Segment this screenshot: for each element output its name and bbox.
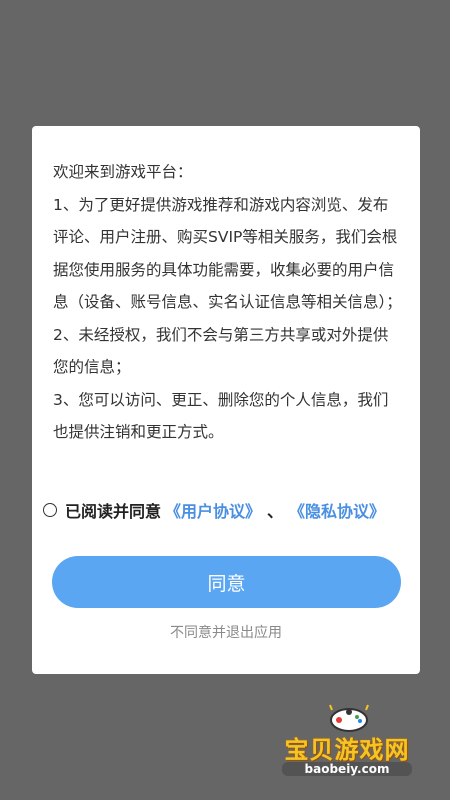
agree-radio[interactable] — [43, 503, 57, 517]
policy-item-1: 1、为了更好提供游戏推荐和游戏内容浏览、发布评论、用户注册、购买SVIP等相关服… — [53, 195, 402, 312]
policy-item-3: 3、您可以访问、更正、删除您的个人信息，我们也提供注销和更正方式。 — [53, 390, 389, 442]
agreement-row: 已阅读并同意 《用户协议》 、 《隐私协议》 — [43, 498, 385, 522]
link-separator: 、 — [267, 502, 284, 521]
dialog-content: 欢迎来到游戏平台： 1、为了更好提供游戏推荐和游戏内容浏览、发布评论、用户注册、… — [53, 156, 403, 449]
watermark: 宝贝游戏网 baobeiy.com — [272, 700, 442, 790]
agree-label: 已阅读并同意 — [65, 502, 162, 521]
greeting-text: 欢迎来到游戏平台： — [53, 163, 193, 181]
agree-button[interactable]: 同意 — [52, 556, 401, 608]
user-agreement-link[interactable]: 《用户协议》 — [165, 498, 261, 522]
policy-item-2: 2、未经授权，我们不会与第三方共享或对外提供您的信息； — [53, 325, 389, 377]
watermark-url: baobeiy.com — [282, 762, 412, 776]
watermark-title: 宝贝游戏网 — [284, 736, 410, 764]
privacy-agreement-link[interactable]: 《隐私协议》 — [289, 498, 385, 522]
consent-dialog: 欢迎来到游戏平台： 1、为了更好提供游戏推荐和游戏内容浏览、发布评论、用户注册、… — [32, 126, 420, 674]
reject-exit-link[interactable]: 不同意并退出应用 — [32, 622, 420, 642]
